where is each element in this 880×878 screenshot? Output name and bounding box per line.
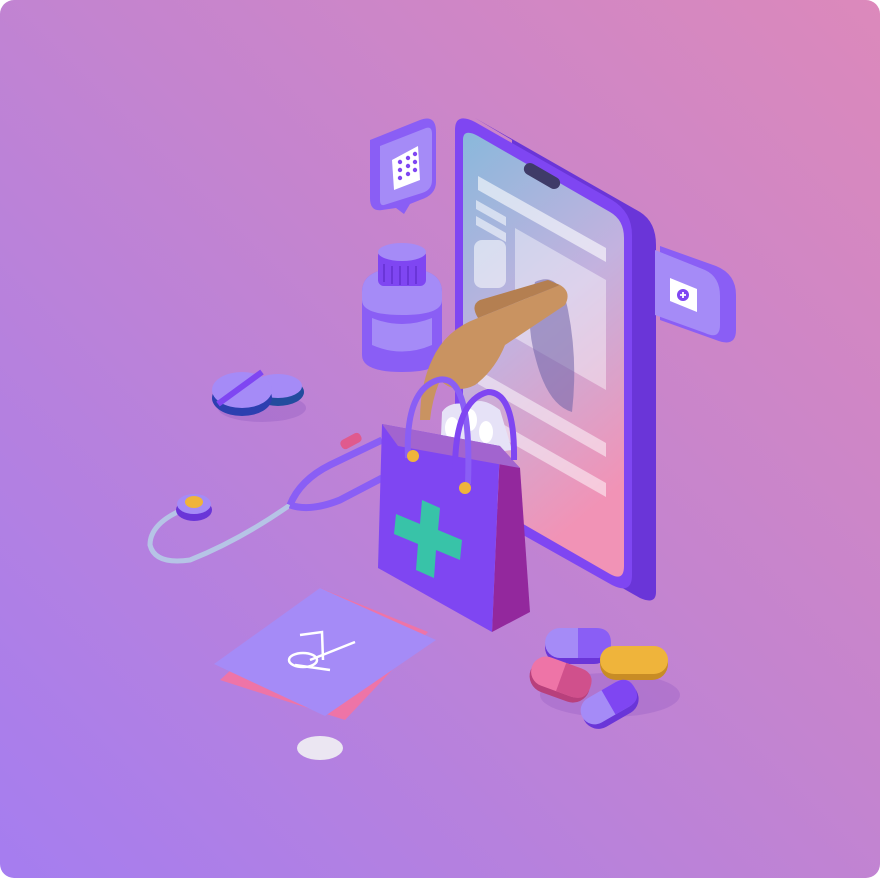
illustration-canvas	[0, 0, 880, 878]
pill-blister-bubble-icon	[370, 118, 436, 214]
prescription-paper-icon	[214, 588, 436, 720]
pill-tablet-small-icon	[297, 736, 343, 760]
first-aid-tab-icon	[655, 246, 736, 343]
stethoscope-icon	[147, 432, 384, 564]
pharmacy-illustration	[147, 118, 736, 760]
medicine-bottle-icon	[362, 243, 442, 372]
